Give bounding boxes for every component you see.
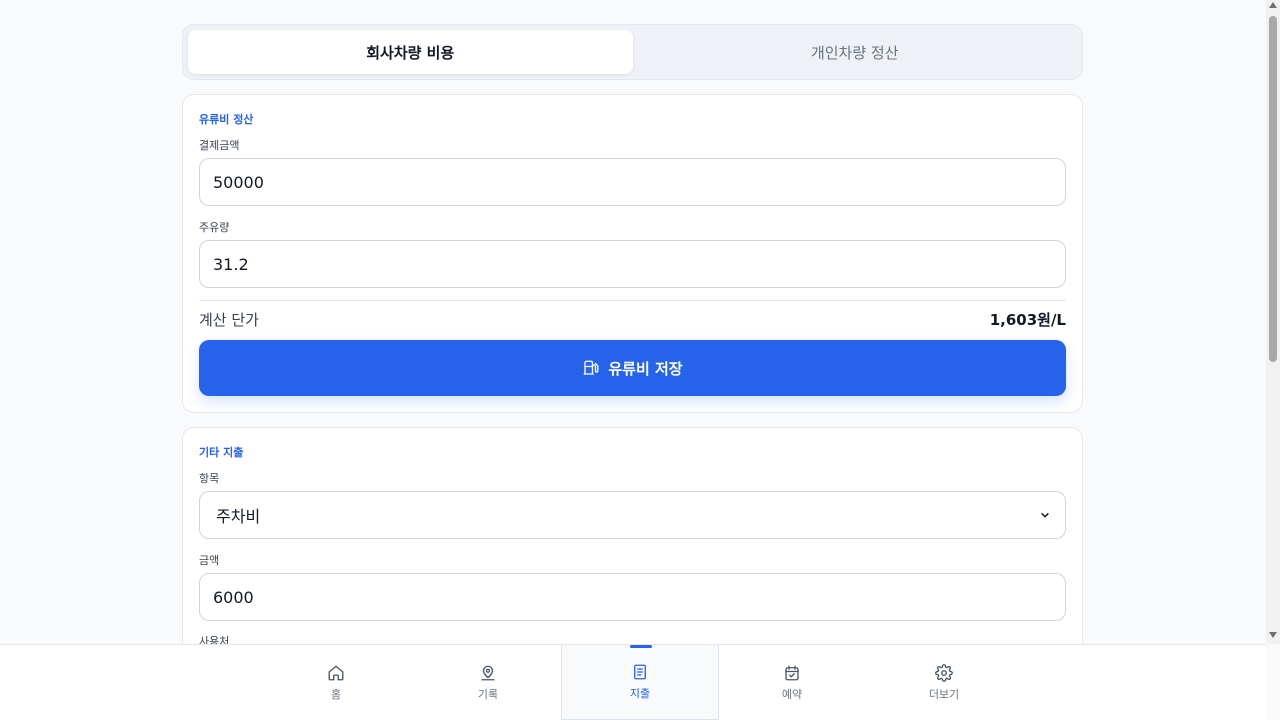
amount-label: 결제금액	[199, 139, 240, 152]
other-amount-input[interactable]: 6000	[199, 573, 1066, 621]
map-pin-icon	[481, 665, 495, 681]
amount-input-value: 50000	[213, 172, 264, 192]
save-fuel-button[interactable]: 유류비 저장	[199, 340, 1066, 396]
fuel-section-title: 유류비 정산	[199, 113, 254, 126]
liters-input-value: 31.2	[213, 254, 249, 274]
nav-home-label: 홈	[330, 688, 342, 701]
tab-company-vehicle[interactable]: 회사차량 비용	[188, 30, 633, 74]
save-fuel-label: 유류비 저장	[608, 359, 683, 378]
item-select[interactable]: 주차비	[199, 491, 1066, 539]
nav-home[interactable]: 홈	[257, 645, 415, 720]
bottom-nav: 홈 기록 지출 예약 더보기	[0, 644, 1266, 720]
liters-label: 주유량	[199, 221, 230, 234]
nav-more[interactable]: 더보기	[865, 645, 1023, 720]
main-content: 회사차량 비용 개인차량 정산 유류비 정산 결제금액 50000 주유량 31…	[0, 0, 1266, 644]
fuel-card: 유류비 정산 결제금액 50000 주유량 31.2 계산 단가 1,603원/…	[182, 94, 1083, 413]
home-icon	[328, 665, 344, 681]
other-section-title: 기타 지출	[199, 446, 244, 459]
chevron-down-icon	[1041, 513, 1049, 518]
calendar-check-icon	[785, 665, 799, 681]
fuel-pump-icon	[583, 360, 599, 375]
calc-value: 1,603원/L	[989, 311, 1066, 329]
amount-input[interactable]: 50000	[199, 158, 1066, 206]
calc-label: 계산 단가	[199, 311, 259, 329]
nav-reservation-label: 예약	[781, 688, 803, 701]
other-expense-card: 기타 지출 항목 주차비 금액 6000 사용처	[182, 427, 1083, 644]
nav-record-label: 기록	[477, 688, 499, 701]
place-label: 사용처	[199, 635, 230, 644]
gear-icon	[935, 664, 953, 682]
nav-expense[interactable]: 지출	[561, 645, 719, 720]
other-amount-value: 6000	[213, 587, 254, 607]
scrollbar[interactable]	[1266, 0, 1280, 644]
tab-bar: 회사차량 비용 개인차량 정산	[182, 24, 1083, 80]
scroll-up-arrow[interactable]	[1269, 2, 1277, 8]
other-amount-label: 금액	[199, 554, 220, 567]
tab-personal-vehicle[interactable]: 개인차량 정산	[633, 30, 1078, 74]
item-select-value: 주차비	[216, 507, 261, 526]
scroll-down-arrow[interactable]	[1269, 632, 1277, 638]
receipt-icon	[634, 664, 646, 680]
liters-input[interactable]: 31.2	[199, 240, 1066, 288]
nav-reservation[interactable]: 예약	[713, 645, 871, 720]
item-label: 항목	[199, 472, 220, 485]
nav-expense-label: 지출	[629, 687, 651, 700]
active-indicator	[630, 645, 652, 648]
scroll-thumb[interactable]	[1269, 16, 1277, 362]
nav-more-label: 더보기	[928, 688, 960, 701]
nav-record[interactable]: 기록	[409, 645, 567, 720]
divider	[199, 300, 1066, 301]
